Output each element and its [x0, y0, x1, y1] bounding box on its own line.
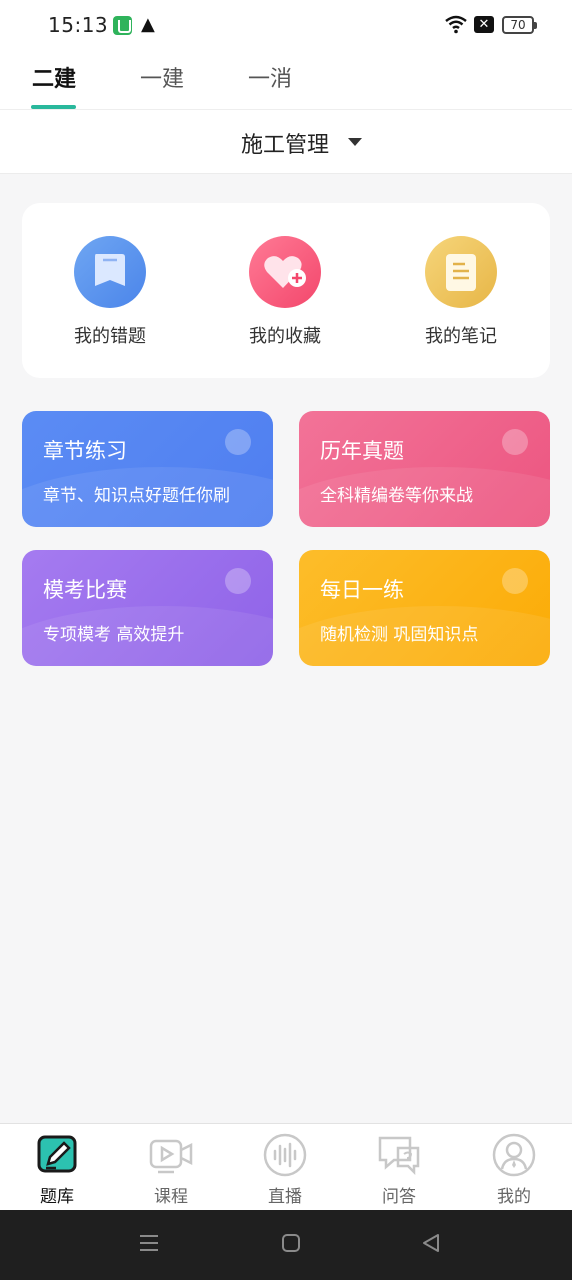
nav-question-bank[interactable]: 题库 — [12, 1132, 102, 1207]
nav-courses[interactable]: 课程 — [126, 1132, 216, 1207]
wrong-questions-button[interactable]: 我的错题 — [50, 236, 170, 348]
nav-label: 我的 — [497, 1187, 531, 1207]
nav-live[interactable]: 直播 — [240, 1132, 330, 1207]
feature-subtitle: 章节、知识点好题任你刷 — [43, 486, 230, 506]
feature-subtitle: 全科精编卷等你来战 — [320, 486, 473, 506]
live-audio-icon — [262, 1132, 308, 1178]
quick-actions-card: 我的错题 我的收藏 我的笔记 — [22, 203, 550, 378]
video-course-icon — [148, 1132, 194, 1178]
subject-label: 施工管理 — [241, 133, 330, 158]
nav-qa[interactable]: 问答 — [354, 1132, 444, 1207]
decor-circle — [502, 568, 528, 594]
wrong-questions-label: 我的错题 — [74, 326, 146, 347]
no-sim-icon: ✕ — [474, 16, 494, 33]
status-bar: 15:13 ▲ ✕ 70 — [0, 0, 572, 50]
feature-title: 章节练习 — [43, 439, 127, 463]
feature-title: 模考比赛 — [43, 578, 127, 602]
tab-yixiao[interactable]: 一消 — [248, 61, 292, 93]
exam-type-tabs: 二建 一建 一消 — [0, 50, 572, 110]
chapter-practice-card[interactable]: 章节练习 章节、知识点好题任你刷 — [22, 411, 273, 527]
system-navigation-bar — [0, 1210, 572, 1280]
nav-profile[interactable]: 我的 — [469, 1132, 559, 1207]
tab-active-indicator — [31, 105, 76, 109]
nav-label: 直播 — [268, 1187, 302, 1207]
question-bank-icon — [34, 1132, 80, 1178]
bookmark-icon — [74, 236, 146, 308]
tab-yijian[interactable]: 一建 — [140, 61, 184, 93]
mock-exam-card[interactable]: 模考比赛 专项模考 高效提升 — [22, 550, 273, 666]
notes-button[interactable]: 我的笔记 — [401, 236, 521, 348]
battery-icon: 70 — [502, 16, 537, 34]
feature-subtitle: 专项模考 高效提升 — [43, 625, 185, 645]
nav-label: 课程 — [154, 1187, 188, 1207]
notes-label: 我的笔记 — [425, 326, 497, 347]
caret-down-icon — [348, 138, 362, 146]
favorites-label: 我的收藏 — [249, 326, 321, 347]
nav-label: 问答 — [382, 1187, 416, 1207]
profile-icon — [491, 1132, 537, 1178]
feature-title: 历年真题 — [320, 439, 404, 463]
decor-circle — [225, 429, 251, 455]
favorites-button[interactable]: 我的收藏 — [225, 236, 345, 348]
decor-circle — [502, 429, 528, 455]
wifi-icon — [445, 15, 467, 34]
past-exams-card[interactable]: 历年真题 全科精编卷等你来战 — [299, 411, 550, 527]
home-icon[interactable] — [280, 1232, 302, 1254]
qa-chat-icon — [376, 1132, 422, 1178]
nav-label: 题库 — [40, 1187, 74, 1207]
note-icon — [425, 236, 497, 308]
menu-icon[interactable] — [138, 1232, 160, 1254]
decor-circle — [225, 568, 251, 594]
daily-practice-card[interactable]: 每日一练 随机检测 巩固知识点 — [299, 550, 550, 666]
tab-erjian[interactable]: 二建 — [32, 61, 76, 93]
back-icon[interactable] — [420, 1232, 442, 1254]
heart-plus-icon — [249, 236, 321, 308]
feature-subtitle: 随机检测 巩固知识点 — [320, 625, 479, 645]
bottom-navigation: 题库 课程 直播 问答 我的 — [0, 1123, 572, 1210]
warning-icon: ▲ — [141, 14, 155, 35]
subject-selector[interactable]: 施工管理 — [0, 110, 572, 174]
status-time: 15:13 — [48, 13, 109, 37]
app-notification-icon — [113, 16, 132, 35]
feature-title: 每日一练 — [320, 578, 404, 602]
